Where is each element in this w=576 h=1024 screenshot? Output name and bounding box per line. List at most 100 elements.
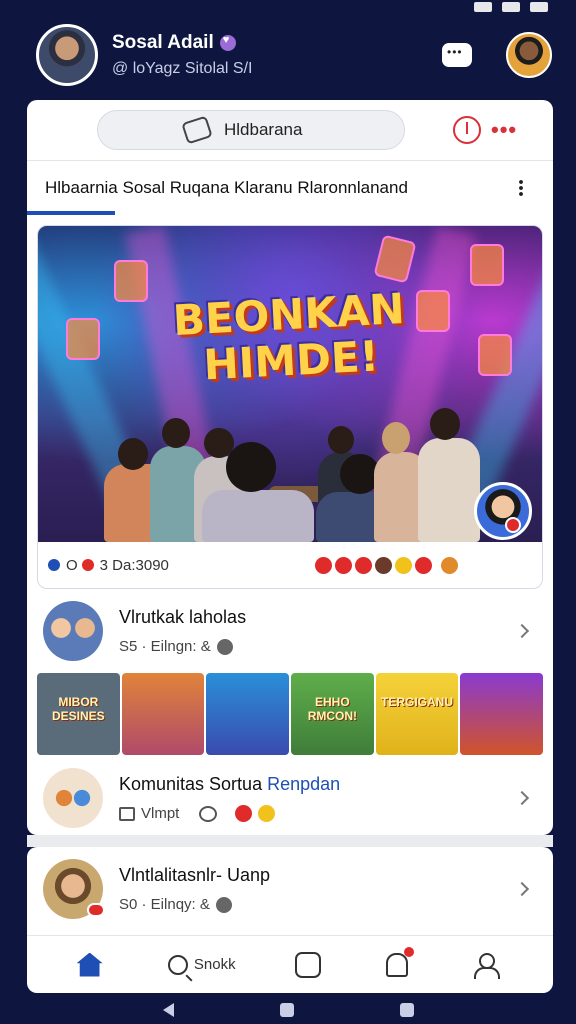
list-item-text: Komunitas Sortua Renpdan Vlmpt <box>119 774 340 822</box>
list-item-title-row: Komunitas Sortua Renpdan <box>119 774 340 795</box>
thumbnail-label: MIBOR DESINES <box>51 695 105 723</box>
list-item-subtitle-row: S5 · Eilngn: & <box>119 638 246 655</box>
tab-underline <box>27 211 115 215</box>
heart-icon <box>81 559 94 571</box>
media-thumbnail[interactable] <box>121 673 205 755</box>
bell-icon <box>386 946 415 977</box>
media-thumbnail[interactable]: MIBOR DESINES <box>37 673 120 755</box>
recent-apps-icon[interactable] <box>399 1003 414 1017</box>
tab-settings-row: Hlbaarnia Sosal Ruqana Klaranu Rlaronnla… <box>27 160 553 215</box>
media-thumbnail[interactable]: EHHO RMCON! <box>291 673 374 755</box>
media-thumbnail[interactable] <box>460 673 544 755</box>
person <box>202 490 314 542</box>
live-badge-icon <box>87 903 105 917</box>
person-head <box>226 442 276 492</box>
floating-card <box>373 234 417 284</box>
kebab-menu-icon[interactable] <box>519 179 523 197</box>
laugh-emoji-icon <box>258 805 276 822</box>
battery-icon <box>530 2 548 12</box>
list-item[interactable]: Vlrutkak laholas S5 · Eilngn: & <box>27 589 553 673</box>
chevron-right-icon <box>514 623 530 639</box>
people-group <box>38 392 542 542</box>
chevron-right-icon <box>514 790 530 806</box>
community-avatar <box>43 768 103 828</box>
group-avatar <box>43 601 103 661</box>
face-emoji-icon <box>375 556 392 574</box>
nav-search[interactable]: Snokk <box>167 954 236 975</box>
list-item-subtitle: Vlmpt <box>141 805 180 822</box>
reactions-count: 3 Da:3090 <box>99 556 169 574</box>
creator-avatar <box>43 859 105 919</box>
person-head <box>328 426 354 454</box>
profile-handle: @ loYagz Sitolal S/I <box>112 60 253 77</box>
back-icon[interactable] <box>162 1003 174 1017</box>
featured-banner[interactable]: BEONKAN HIMDE! <box>38 226 542 542</box>
wifi-icon <box>474 2 492 12</box>
list-item-subtitle: S5 · Eilngn: & <box>119 638 211 655</box>
tag-icon <box>181 115 213 145</box>
nav-games[interactable] <box>294 951 327 978</box>
media-thumbnail[interactable] <box>206 673 290 755</box>
more-options-icon[interactable]: ••• <box>491 119 517 141</box>
messages-icon[interactable] <box>442 43 472 67</box>
main-card: Hldbarana ••• Hlbaarnia Sosal Ruqana Kla… <box>27 100 553 835</box>
person-head <box>430 408 460 440</box>
reaction-emojis[interactable] <box>315 556 458 574</box>
like-outline-icon[interactable] <box>119 806 135 821</box>
secondary-card: Vlntlalitasnlr- Uanp S0 · Eilnqy: & Snok… <box>27 847 553 993</box>
user-avatar[interactable] <box>36 24 98 86</box>
list-item[interactable]: Komunitas Sortua Renpdan Vlmpt <box>27 755 553 835</box>
share-icon <box>215 896 232 913</box>
person-head <box>118 438 148 470</box>
comment-icon[interactable] <box>199 805 218 822</box>
media-thumbnails: MIBOR DESINES EHHO RMCON! TERGIGANU <box>27 673 553 755</box>
search-label: Hldbarana <box>224 120 303 139</box>
system-navigation <box>0 1000 576 1020</box>
profile-header: Sosal Adail @ loYagz Sitolal S/I <box>36 22 552 88</box>
list-item-title: Vlrutkak laholas <box>119 607 247 627</box>
list-item[interactable]: Vlntlalitasnlr- Uanp S0 · Eilnqy: & <box>27 847 553 931</box>
reactions-row: O 3 Da:3090 <box>38 542 542 588</box>
verified-badge-icon <box>219 34 236 51</box>
profile-name-row: Sosal Adail <box>112 32 252 54</box>
nav-home[interactable] <box>76 952 109 977</box>
header-actions <box>442 32 552 78</box>
flame-emoji-icon <box>441 556 458 574</box>
featured-post[interactable]: BEONKAN HIMDE! O 3 Da:3090 <box>37 225 543 589</box>
list-item-title-accent: Renpdan <box>267 774 341 794</box>
list-item-text: Vlntlalitasnlr- Uanp S0 · Eilnqy: & <box>119 865 270 913</box>
system-home-icon[interactable] <box>279 1003 294 1017</box>
thumbnail-label: EHHO RMCON! <box>307 695 358 723</box>
signal-icon <box>502 2 520 12</box>
banner-avatar[interactable] <box>474 482 532 540</box>
game-icon <box>294 951 321 978</box>
search-icon <box>167 954 188 975</box>
like-icon <box>48 559 60 571</box>
person-head <box>382 422 410 454</box>
alert-icon[interactable] <box>453 116 481 144</box>
list-item-subtitle-row: S0 · Eilnqy: & <box>119 896 270 913</box>
person-head <box>162 418 190 448</box>
thumbnail-label: TERGIGANU <box>381 695 454 709</box>
live-badge-icon <box>505 517 521 533</box>
profile-name: Sosal Adail <box>112 32 214 53</box>
reactions-prefix: O <box>66 556 78 574</box>
divider <box>27 835 553 847</box>
media-thumbnail[interactable]: TERGIGANU <box>375 673 459 755</box>
tab-active[interactable]: Hlbaarnia Sosal Ruqana Klaranu Rlaronnla… <box>45 178 408 198</box>
floating-card <box>114 260 148 302</box>
heart-emoji-icon <box>235 805 253 822</box>
nav-notifications[interactable] <box>386 946 415 977</box>
bottom-nav: Snokk <box>27 935 553 993</box>
heart-emoji-icon <box>355 556 372 574</box>
heart-emoji-icon <box>315 556 332 574</box>
search-bar[interactable]: Hldbarana <box>97 110 405 150</box>
nav-profile[interactable] <box>473 952 503 979</box>
list-item-title: Vlntlalitasnlr- Uanp <box>119 865 271 885</box>
laugh-emoji-icon <box>395 556 412 574</box>
profile-text: Sosal Adail @ loYagz Sitolal S/I <box>112 32 252 78</box>
friend-avatar[interactable] <box>506 32 552 78</box>
floating-card <box>470 244 504 286</box>
profile-icon <box>473 952 501 979</box>
home-icon <box>76 952 103 977</box>
